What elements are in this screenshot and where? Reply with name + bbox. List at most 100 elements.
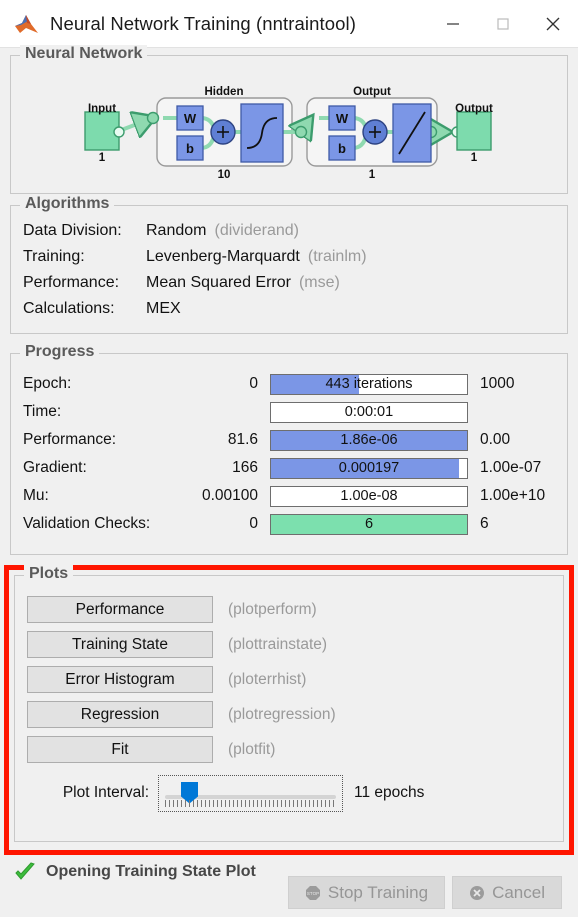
- progress-max: 1000: [480, 375, 515, 392]
- algorithm-value: Levenberg-Marquardt: [146, 248, 300, 265]
- progress-row: Validation Checks: 0 6 6: [23, 510, 555, 538]
- progress-title: Progress: [20, 343, 100, 361]
- progress-max: 1.00e-07: [480, 459, 542, 476]
- progress-row: Epoch: 0 443 iterations 1000: [23, 370, 555, 398]
- progress-bar: 1.86e-06: [270, 429, 468, 451]
- plot-function-name: (plotregression): [228, 705, 336, 723]
- algorithm-value: Mean Squared Error: [146, 274, 291, 291]
- progress-min: 0: [249, 375, 258, 392]
- algorithm-key: Training:: [23, 248, 85, 265]
- algorithm-value: Random: [146, 222, 207, 239]
- plot-row: Training State (plottrainstate): [27, 627, 424, 662]
- plot-row: Fit (plotfit): [27, 732, 424, 767]
- progress-min: 166: [232, 459, 258, 476]
- svg-text:b: b: [338, 141, 346, 156]
- input-label: Input: [87, 103, 117, 115]
- progress-label: Performance:: [23, 431, 117, 448]
- maximize-icon[interactable]: [478, 0, 528, 47]
- hidden-layer-label: Hidden: [204, 86, 244, 98]
- plot-button[interactable]: Training State: [27, 631, 213, 658]
- algorithm-value: MEX: [146, 300, 181, 317]
- progress-list: Epoch: 0 443 iterations 1000 Time: 0:00:01 Per…: [23, 370, 555, 538]
- progress-label: Gradient:: [23, 459, 87, 476]
- matlab-logo-icon: [15, 14, 38, 33]
- svg-text:W: W: [184, 111, 197, 126]
- cancel-button[interactable]: Cancel: [452, 876, 562, 909]
- plot-button[interactable]: Error Histogram: [27, 666, 213, 693]
- footer-buttons: STOP Stop Training Cancel: [287, 876, 562, 909]
- plots-title: Plots: [24, 565, 74, 583]
- plot-interval-row: Plot Interval: 11 epochs: [27, 773, 424, 813]
- progress-max: 1.00e+10: [480, 487, 546, 504]
- green-check-icon: [15, 862, 35, 880]
- progress-bar: 0:00:01: [270, 401, 468, 423]
- plot-row: Regression (plotregression): [27, 697, 424, 732]
- plot-row: Performance (plotperform): [27, 592, 424, 627]
- progress-bar-value: 0.000197: [338, 460, 400, 476]
- progress-max: 0.00: [480, 431, 511, 448]
- plot-interval-slider[interactable]: [158, 774, 343, 812]
- algorithm-row: Performance: Mean Squared Error (mse): [23, 274, 367, 300]
- progress-panel: Progress Epoch: 0 443 iterations 1000 Time: 0…: [10, 343, 568, 555]
- progress-min: 81.6: [227, 431, 258, 448]
- plot-interval-label: Plot Interval:: [62, 784, 149, 801]
- svg-text:b: b: [186, 141, 194, 156]
- plot-button[interactable]: Regression: [27, 701, 213, 728]
- progress-bar-value: 443 iterations: [325, 376, 413, 392]
- neural-network-panel: Neural Network W b W b Input 1 Hidden 10…: [10, 45, 568, 194]
- cancel-circle-icon: [470, 885, 485, 900]
- algorithms-title: Algorithms: [20, 195, 115, 213]
- plots-buttons-list: Performance (plotperform) Training State (p…: [27, 592, 424, 813]
- status-bar: Opening Training State Plot: [14, 862, 256, 882]
- progress-row: Gradient: 166 0.000197 1.00e-07: [23, 454, 555, 482]
- network-diagram: W b W b: [84, 97, 492, 167]
- algorithm-key: Data Division:: [23, 222, 122, 239]
- algorithm-row: Training: Levenberg-Marquardt (trainlm): [23, 248, 367, 274]
- progress-label: Mu:: [23, 487, 49, 504]
- plots-panel: Plots Performance (plotperform) Training S…: [14, 565, 564, 842]
- algorithms-panel: Algorithms Data Division: Random (dividera…: [10, 195, 568, 334]
- output-layer-count: 1: [368, 169, 376, 181]
- close-icon[interactable]: [528, 0, 578, 47]
- stop-training-button[interactable]: STOP Stop Training: [287, 876, 446, 909]
- progress-label: Time:: [23, 403, 62, 420]
- algorithm-function: (dividerand): [214, 222, 299, 239]
- stop-training-label: Stop Training: [327, 882, 429, 902]
- algorithm-function: (trainlm): [307, 248, 367, 265]
- cancel-label: Cancel: [492, 882, 545, 902]
- progress-bar-value: 1.00e-08: [340, 488, 398, 504]
- plot-function-name: (plotperform): [228, 600, 317, 618]
- plot-function-name: (ploterrhist): [228, 670, 307, 688]
- slider-ticks: [165, 799, 336, 807]
- progress-bar: 1.00e-08: [270, 485, 468, 507]
- minimize-icon[interactable]: [428, 0, 478, 47]
- progress-row: Time: 0:00:01: [23, 398, 555, 426]
- svg-text:STOP: STOP: [307, 891, 319, 896]
- window-controls: [428, 0, 578, 47]
- progress-bar: 0.000197: [270, 457, 468, 479]
- plot-function-name: (plotfit): [228, 740, 276, 758]
- progress-min: 0: [249, 515, 258, 532]
- progress-bar-value: 1.86e-06: [340, 432, 398, 448]
- algorithm-function: (mse): [298, 274, 340, 291]
- algorithms-list: Data Division: Random (dividerand) Training…: [23, 222, 367, 326]
- plot-interval-value: 11 epochs: [354, 784, 425, 801]
- plot-button[interactable]: Fit: [27, 736, 213, 763]
- progress-bar: 443 iterations: [270, 373, 468, 395]
- title-bar: Neural Network Training (nntraintool): [0, 0, 578, 48]
- progress-row: Performance: 81.6 1.86e-06 0.00: [23, 426, 555, 454]
- hidden-layer-count: 10: [217, 169, 231, 181]
- progress-min: 0.00100: [201, 487, 258, 504]
- algorithm-row: Calculations: MEX: [23, 300, 367, 326]
- progress-bar: 6: [270, 513, 468, 535]
- status-text: Opening Training State Plot: [46, 863, 256, 880]
- plot-function-name: (plottrainstate): [228, 635, 328, 653]
- stop-sign-icon: STOP: [305, 885, 320, 900]
- progress-label: Validation Checks:: [23, 515, 151, 532]
- progress-bar-value: 0:00:01: [344, 404, 394, 420]
- window-title: Neural Network Training (nntraintool): [50, 12, 356, 34]
- algorithm-row: Data Division: Random (dividerand): [23, 222, 367, 248]
- plot-button[interactable]: Performance: [27, 596, 213, 623]
- progress-row: Mu: 0.00100 1.00e-08 1.00e+10: [23, 482, 555, 510]
- svg-text:W: W: [336, 111, 349, 126]
